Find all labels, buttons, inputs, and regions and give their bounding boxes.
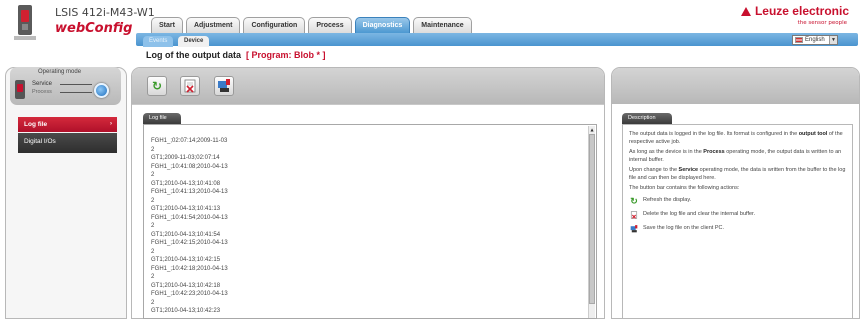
app-name: webConfig <box>55 21 133 36</box>
language-select[interactable]: English ▼ <box>792 35 838 45</box>
log-line: 2 <box>151 172 155 178</box>
description-paragraph: The output data is logged in the log fil… <box>629 131 843 145</box>
chevron-right-icon: › <box>110 121 112 127</box>
description-paragraph: Upon change to the Service operating mod… <box>629 167 846 181</box>
log-line: FGH1_;10:42:23;2010-04-13 <box>151 291 228 297</box>
log-line: 2 <box>151 299 155 306</box>
page-title: Log of the output data[ Program: Blob * … <box>146 50 326 60</box>
log-line: FGH1_;10:42:18;2010-04-13 <box>151 265 228 272</box>
description-paragraph: The button bar contains the following ac… <box>629 185 740 191</box>
tab-maintenance[interactable]: Maintenance <box>413 17 472 33</box>
refresh-icon: ↻ <box>151 79 163 93</box>
device-icon <box>15 80 25 99</box>
mode-process-label: Process <box>32 89 52 95</box>
log-line: FGH1_;10:42:15;2010-04-13 <box>151 240 228 246</box>
flag-icon <box>795 37 803 43</box>
tab-configuration[interactable]: Configuration <box>243 17 306 33</box>
save-icon <box>218 79 230 92</box>
log-line: 2 <box>151 248 155 255</box>
main-tabs: Start Adjustment Configuration Process D… <box>151 17 472 33</box>
subtab-bar <box>136 33 858 46</box>
delete-log-icon <box>184 79 196 93</box>
log-line: FGH1_;10:41:13;2010-04-13 <box>151 189 228 195</box>
description-area: The output data is logged in the log fil… <box>622 124 853 319</box>
log-line: FGH1_;02:07:14;2009-11-03 <box>151 138 228 144</box>
device-logo-icon <box>14 4 38 42</box>
refresh-icon: ↻ <box>630 196 638 206</box>
log-line: GT1;2010-04-13;10:41:54 <box>151 231 221 238</box>
product-name: LSIS 412i-M43-W1 <box>55 6 155 19</box>
scroll-thumb[interactable] <box>589 134 595 304</box>
action-save-row: Save the log file on the client PC. <box>629 224 849 235</box>
chevron-down-icon[interactable]: ▼ <box>829 36 837 44</box>
button-bar <box>132 68 604 104</box>
log-line: FGH1_;10:41:08;2010-04-13 <box>151 163 228 170</box>
save-button[interactable] <box>214 76 234 96</box>
mode-connector <box>60 92 92 93</box>
operating-mode-title: Operating mode <box>38 69 82 75</box>
delete-button[interactable] <box>180 76 200 96</box>
scroll-up-icon[interactable]: ▲ <box>589 126 595 133</box>
log-line: 2 <box>151 146 155 153</box>
brand-triangle-icon <box>740 7 751 16</box>
log-line: 2 <box>151 274 155 280</box>
description-tab[interactable]: Description <box>622 113 672 124</box>
tab-diagnostics[interactable]: Diagnostics <box>354 17 411 33</box>
action-delete-row: Delete the log file and clear the intern… <box>629 210 849 221</box>
save-icon <box>629 224 639 234</box>
action-refresh-row: ↻ Refresh the display. <box>630 196 692 206</box>
log-line: GT1;2010-04-13;10:42:15 <box>151 257 221 263</box>
tab-start[interactable]: Start <box>151 17 183 33</box>
log-line: GT1;2009-11-03;02:07:14 <box>151 155 220 161</box>
right-panel-header <box>612 68 859 104</box>
tab-adjustment[interactable]: Adjustment <box>185 17 241 33</box>
log-line: GT1;2010-04-13;10:41:08 <box>151 180 221 187</box>
log-line: GT1;2010-04-13;10:42:23 <box>151 308 221 314</box>
subtab-events[interactable]: Events <box>143 36 174 47</box>
description-paragraph: As long as the device is in the Process … <box>629 149 842 163</box>
log-line: 2 <box>151 223 155 229</box>
log-line: GT1;2010-04-13;10:42:18 <box>151 282 221 289</box>
sidebar-item-digital-ios[interactable]: Digital I/Os <box>18 133 117 153</box>
refresh-button[interactable]: ↻ <box>147 76 167 96</box>
log-line: FGH1_;10:41:54;2010-04-13 <box>151 214 228 221</box>
log-file-tab[interactable]: Log file <box>143 113 181 124</box>
brand-slogan: the sensor people <box>797 20 847 26</box>
sidebar-item-log-file[interactable]: Log file › <box>18 117 117 132</box>
log-lines: FGH1_;02:07:14;2009-11-03 2 GT1;2009-11-03… <box>151 137 581 316</box>
log-line: 2 <box>151 197 155 204</box>
divider <box>132 104 604 105</box>
brand-logo: Leuze electronic <box>740 4 849 18</box>
mode-switch-knob[interactable] <box>94 83 109 98</box>
description-content: The output data is logged in the log fil… <box>629 131 849 235</box>
program-label: [ Program: Blob * ] <box>245 50 326 60</box>
log-text-area[interactable]: FGH1_;02:07:14;2009-11-03 2 GT1;2009-11-03… <box>143 124 597 319</box>
delete-log-icon <box>629 210 639 220</box>
log-line: GT1;2010-04-13;10:41:13 <box>151 206 221 212</box>
scrollbar[interactable]: ▲ <box>588 126 595 318</box>
mode-connector <box>60 84 92 85</box>
language-value: English <box>805 37 825 43</box>
mode-service-label: Service <box>32 81 53 87</box>
subtab-device[interactable]: Device <box>178 36 210 47</box>
tab-process[interactable]: Process <box>308 17 352 33</box>
